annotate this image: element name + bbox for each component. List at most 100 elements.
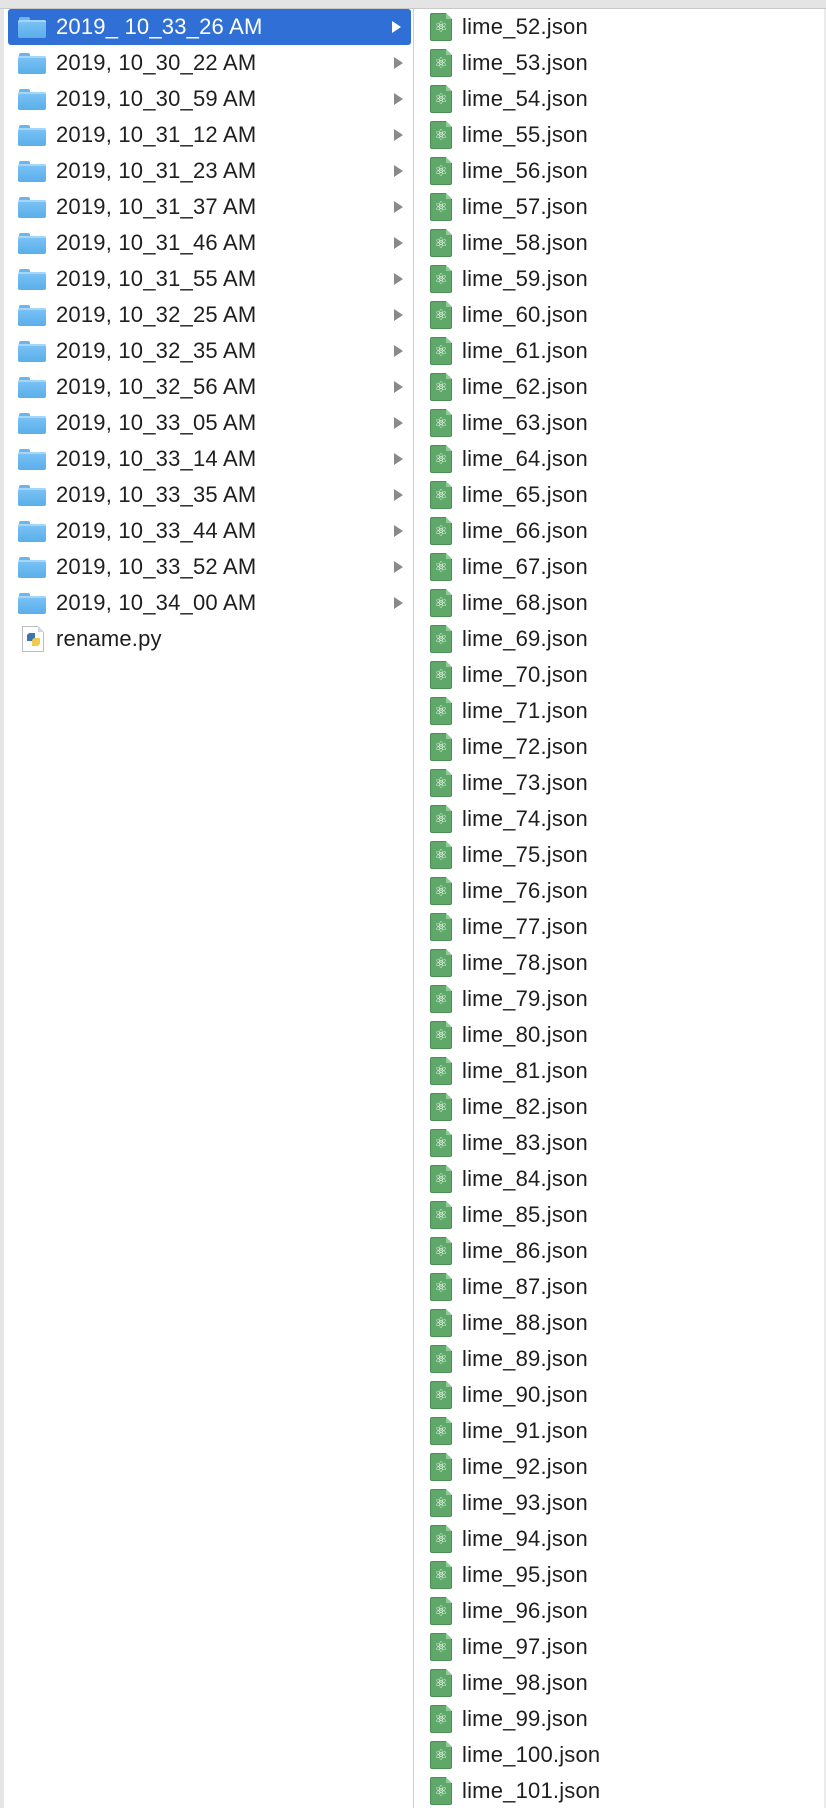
item-label: 2019, 10_33_14 AM: [56, 446, 257, 471]
file-row[interactable]: ⚛ lime_64.json: [414, 441, 826, 477]
file-row[interactable]: ⚛ lime_61.json: [414, 333, 826, 369]
file-row[interactable]: ⚛ lime_73.json: [414, 765, 826, 801]
item-label: lime_72.json: [462, 734, 588, 759]
atom-json-file-icon: ⚛: [430, 13, 452, 41]
file-row[interactable]: ⚛ lime_84.json: [414, 1161, 826, 1197]
item-label: lime_77.json: [462, 914, 588, 939]
file-row[interactable]: ⚛ lime_90.json: [414, 1377, 826, 1413]
file-row[interactable]: ⚛ lime_59.json: [414, 261, 826, 297]
file-row[interactable]: ⚛ lime_87.json: [414, 1269, 826, 1305]
chevron-right-icon: [394, 597, 403, 609]
folder-row[interactable]: 2019, 10_32_25 AM: [4, 297, 413, 333]
atom-json-file-icon: ⚛: [430, 265, 452, 293]
item-label: lime_85.json: [462, 1202, 588, 1227]
chevron-right-icon: [394, 453, 403, 465]
folder-row[interactable]: 2019, 10_32_35 AM: [4, 333, 413, 369]
file-row[interactable]: ⚛ lime_86.json: [414, 1233, 826, 1269]
atom-json-file-icon: ⚛: [430, 373, 452, 401]
folder-row[interactable]: 2019, 10_33_35 AM: [4, 477, 413, 513]
file-row[interactable]: ⚛ lime_63.json: [414, 405, 826, 441]
item-label: 2019, 10_31_12 AM: [56, 122, 257, 147]
python-file-icon: [22, 626, 44, 652]
file-row[interactable]: rename.py: [4, 621, 413, 657]
folder-icon: [18, 16, 46, 38]
file-row[interactable]: ⚛ lime_101.json: [414, 1773, 826, 1808]
file-row[interactable]: ⚛ lime_75.json: [414, 837, 826, 873]
file-row[interactable]: ⚛ lime_91.json: [414, 1413, 826, 1449]
file-row[interactable]: ⚛ lime_96.json: [414, 1593, 826, 1629]
file-row[interactable]: ⚛ lime_53.json: [414, 45, 826, 81]
file-row[interactable]: ⚛ lime_68.json: [414, 585, 826, 621]
file-row[interactable]: ⚛ lime_57.json: [414, 189, 826, 225]
file-row[interactable]: ⚛ lime_81.json: [414, 1053, 826, 1089]
file-row[interactable]: ⚛ lime_78.json: [414, 945, 826, 981]
item-label: lime_65.json: [462, 482, 588, 507]
file-row[interactable]: ⚛ lime_69.json: [414, 621, 826, 657]
chevron-right-icon: [394, 309, 403, 321]
item-label: lime_58.json: [462, 230, 588, 255]
item-label: 2019, 10_30_59 AM: [56, 86, 257, 111]
file-row[interactable]: ⚛ lime_100.json: [414, 1737, 826, 1773]
file-row[interactable]: ⚛ lime_70.json: [414, 657, 826, 693]
atom-json-file-icon: ⚛: [430, 697, 452, 725]
folder-column[interactable]: 2019_ 10_33_26 AM 2019, 10_30_22 AM 2019, …: [0, 9, 413, 1808]
file-row[interactable]: ⚛ lime_93.json: [414, 1485, 826, 1521]
folder-row[interactable]: 2019, 10_32_56 AM: [4, 369, 413, 405]
folder-row[interactable]: 2019, 10_33_52 AM: [4, 549, 413, 585]
file-row[interactable]: ⚛ lime_97.json: [414, 1629, 826, 1665]
file-row[interactable]: ⚛ lime_79.json: [414, 981, 826, 1017]
folder-row[interactable]: 2019, 10_30_22 AM: [4, 45, 413, 81]
folder-row[interactable]: 2019, 10_31_12 AM: [4, 117, 413, 153]
file-row[interactable]: ⚛ lime_77.json: [414, 909, 826, 945]
folder-row[interactable]: 2019, 10_31_23 AM: [4, 153, 413, 189]
item-label: lime_88.json: [462, 1310, 588, 1335]
file-row[interactable]: ⚛ lime_56.json: [414, 153, 826, 189]
item-label: lime_84.json: [462, 1166, 588, 1191]
chevron-right-icon: [392, 21, 401, 33]
file-column[interactable]: ⚛ lime_52.json ⚛ lime_53.json ⚛ lime_54.json ⚛…: [414, 9, 826, 1808]
file-row[interactable]: ⚛ lime_58.json: [414, 225, 826, 261]
folder-row[interactable]: 2019, 10_31_37 AM: [4, 189, 413, 225]
file-row[interactable]: ⚛ lime_54.json: [414, 81, 826, 117]
folder-row[interactable]: 2019, 10_33_44 AM: [4, 513, 413, 549]
file-row[interactable]: ⚛ lime_92.json: [414, 1449, 826, 1485]
folder-row[interactable]: 2019, 10_31_55 AM: [4, 261, 413, 297]
file-row[interactable]: ⚛ lime_62.json: [414, 369, 826, 405]
folder-row[interactable]: 2019, 10_33_14 AM: [4, 441, 413, 477]
atom-json-file-icon: ⚛: [430, 1345, 452, 1373]
file-row[interactable]: ⚛ lime_65.json: [414, 477, 826, 513]
folder-row[interactable]: 2019, 10_30_59 AM: [4, 81, 413, 117]
chevron-right-icon: [394, 561, 403, 573]
file-row[interactable]: ⚛ lime_83.json: [414, 1125, 826, 1161]
file-row[interactable]: ⚛ lime_89.json: [414, 1341, 826, 1377]
file-row[interactable]: ⚛ lime_95.json: [414, 1557, 826, 1593]
file-row[interactable]: ⚛ lime_99.json: [414, 1701, 826, 1737]
folder-row[interactable]: 2019_ 10_33_26 AM: [8, 9, 411, 45]
item-label: 2019, 10_33_52 AM: [56, 554, 257, 579]
file-row[interactable]: ⚛ lime_71.json: [414, 693, 826, 729]
item-label: 2019, 10_32_25 AM: [56, 302, 257, 327]
file-row[interactable]: ⚛ lime_67.json: [414, 549, 826, 585]
atom-json-file-icon: ⚛: [430, 1777, 452, 1805]
item-label: lime_86.json: [462, 1238, 588, 1263]
file-row[interactable]: ⚛ lime_74.json: [414, 801, 826, 837]
file-row[interactable]: ⚛ lime_52.json: [414, 9, 826, 45]
file-row[interactable]: ⚛ lime_82.json: [414, 1089, 826, 1125]
atom-json-file-icon: ⚛: [430, 1021, 452, 1049]
folder-row[interactable]: 2019, 10_31_46 AM: [4, 225, 413, 261]
file-row[interactable]: ⚛ lime_98.json: [414, 1665, 826, 1701]
file-row[interactable]: ⚛ lime_66.json: [414, 513, 826, 549]
item-label: lime_79.json: [462, 986, 588, 1011]
file-row[interactable]: ⚛ lime_60.json: [414, 297, 826, 333]
file-row[interactable]: ⚛ lime_72.json: [414, 729, 826, 765]
file-row[interactable]: ⚛ lime_80.json: [414, 1017, 826, 1053]
file-row[interactable]: ⚛ lime_94.json: [414, 1521, 826, 1557]
folder-row[interactable]: 2019, 10_33_05 AM: [4, 405, 413, 441]
file-row[interactable]: ⚛ lime_55.json: [414, 117, 826, 153]
file-row[interactable]: ⚛ lime_88.json: [414, 1305, 826, 1341]
chevron-right-icon: [394, 345, 403, 357]
folder-row[interactable]: 2019, 10_34_00 AM: [4, 585, 413, 621]
atom-json-file-icon: ⚛: [430, 1165, 452, 1193]
file-row[interactable]: ⚛ lime_76.json: [414, 873, 826, 909]
file-row[interactable]: ⚛ lime_85.json: [414, 1197, 826, 1233]
